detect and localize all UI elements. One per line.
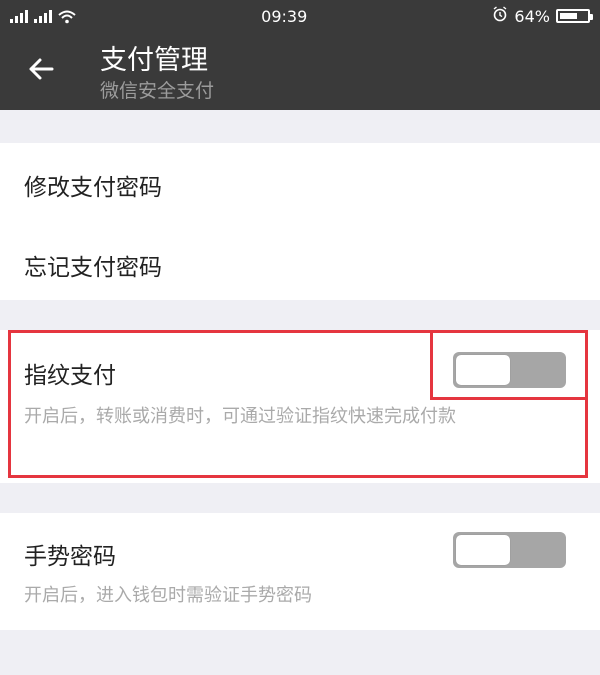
arrow-left-icon [29, 58, 54, 80]
toggle-knob [456, 535, 510, 565]
fingerprint-section: 指纹支付 开启后，转账或消费时，可通过验证指纹快速完成付款 [0, 330, 600, 483]
signal-icon [10, 9, 28, 23]
password-section: 修改支付密码 忘记支付密码 [0, 143, 600, 300]
battery-percent: 64% [514, 6, 550, 26]
fingerprint-label: 指纹支付 [24, 363, 116, 389]
gesture-description: 开启后，进入钱包时需验证手势密码 [24, 585, 312, 606]
gesture-toggle[interactable] [453, 532, 566, 568]
page-subtitle: 微信安全支付 [100, 80, 215, 102]
alarm-icon [492, 6, 508, 26]
gesture-section: 手势密码 开启后，进入钱包时需验证手势密码 [0, 513, 600, 630]
forgot-password-item[interactable]: 忘记支付密码 [24, 248, 162, 282]
status-time: 09:39 [261, 6, 308, 26]
battery-icon [555, 9, 593, 23]
top-app-bar: 支付管理 微信安全支付 [0, 32, 600, 110]
status-bar: 09:39 64% [0, 0, 600, 32]
signal-icon [34, 9, 52, 23]
fingerprint-toggle[interactable] [453, 352, 566, 388]
gesture-label: 手势密码 [24, 544, 116, 570]
battery-fill [559, 13, 577, 19]
back-button[interactable] [24, 52, 58, 86]
wifi-icon [58, 9, 76, 24]
change-password-item[interactable]: 修改支付密码 [24, 168, 162, 202]
fingerprint-description: 开启后，转账或消费时，可通过验证指纹快速完成付款 [24, 406, 456, 427]
status-right: 64% [492, 6, 593, 26]
toggle-knob [456, 355, 510, 385]
status-left [10, 9, 76, 24]
page-title: 支付管理 [100, 45, 208, 76]
